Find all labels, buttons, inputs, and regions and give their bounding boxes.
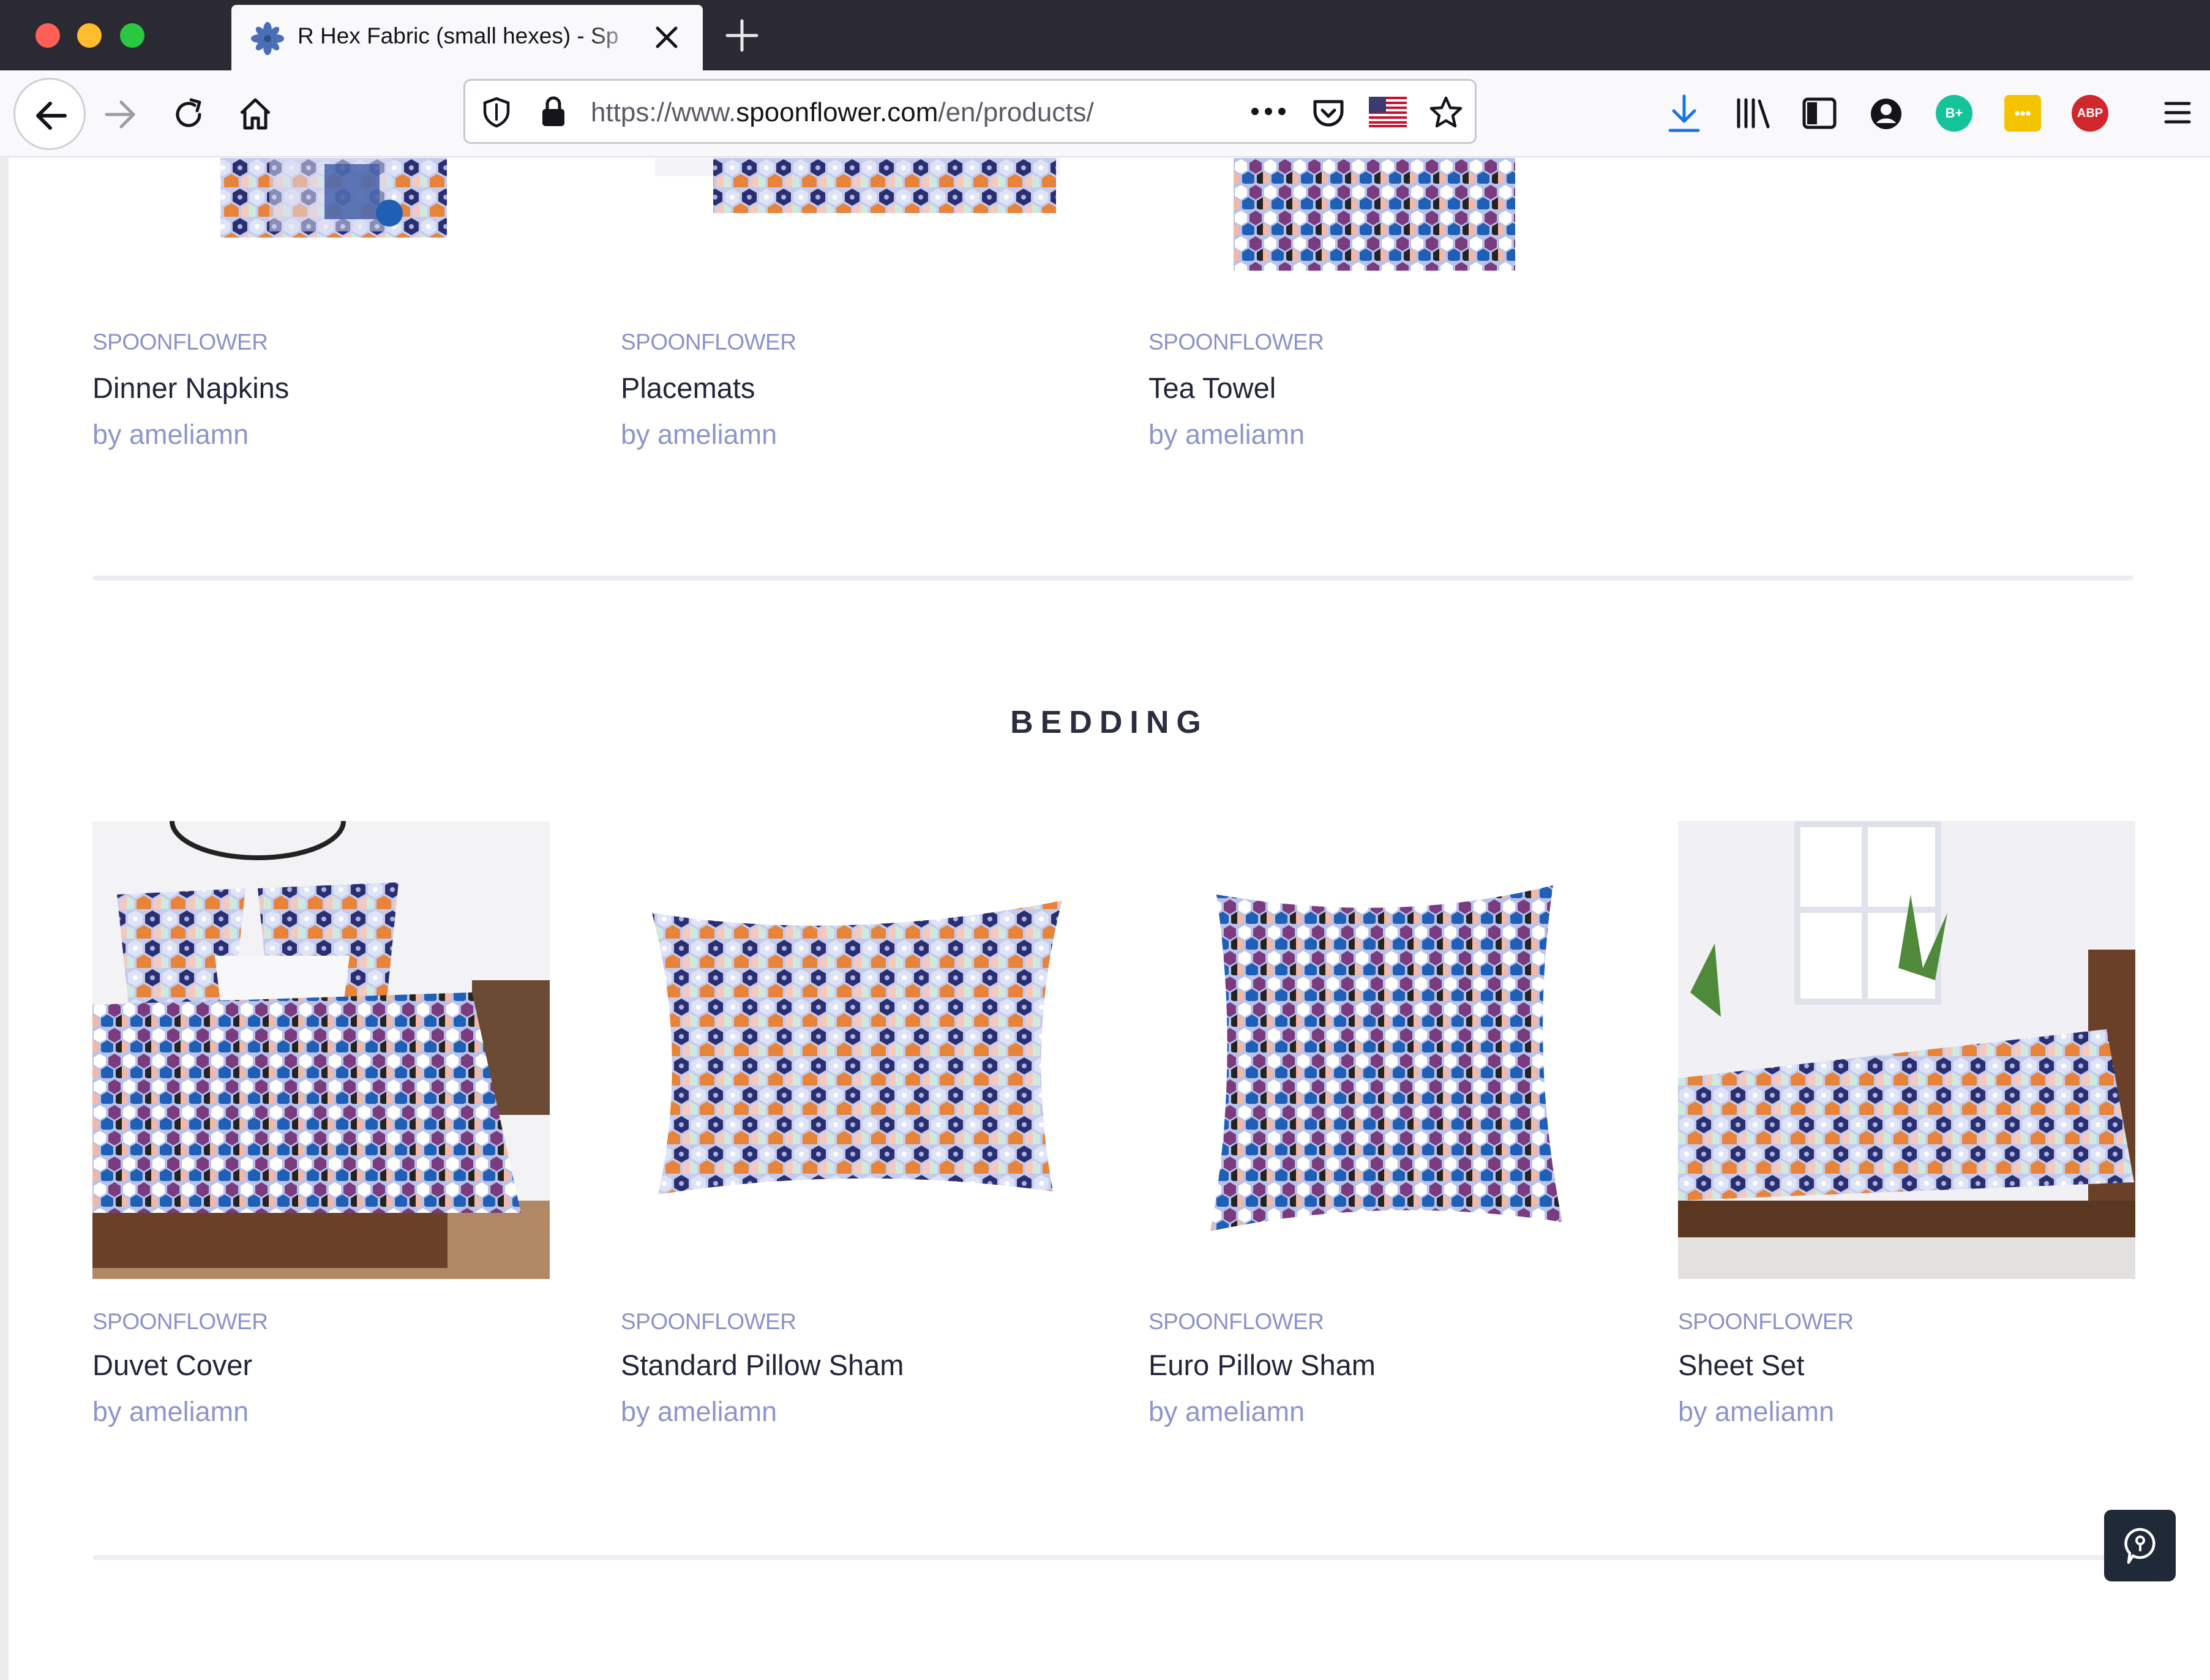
brand-label: SPOONFLOWER [92,329,268,354]
product-image-tea-towel[interactable] [1234,158,1515,271]
designer-link[interactable]: by ameliamn [1678,1396,1834,1428]
window-close-button[interactable] [36,23,60,48]
account-icon[interactable] [1868,96,1904,132]
us-flag-icon[interactable] [1369,97,1407,127]
brand-label: SPOONFLOWER [1148,1309,1324,1334]
window-maximize-button[interactable] [120,23,144,48]
reload-icon[interactable] [170,96,207,133]
spoonflower-favicon-icon [250,21,285,56]
pocket-icon[interactable] [1310,94,1347,131]
grammarly-badge-label: B+ [1945,105,1963,121]
window-minimize-button[interactable] [77,23,102,48]
bookmark-star-icon[interactable] [1428,94,1464,131]
adblock-plus-icon[interactable]: ABP [2072,95,2108,132]
more-extension-icon[interactable]: ••• [2004,95,2041,132]
library-icon[interactable] [1734,96,1772,130]
chat-bubble-icon [2124,1528,2156,1564]
page-content: SPOONFLOWER Dinner Napkins by ameliamn S… [9,158,2210,1680]
brand-label: SPOONFLOWER [92,1309,268,1334]
grammarly-extension-icon[interactable]: B+ [1936,95,1972,132]
tab-title: R Hex Fabric (small hexes) - Sp [298,23,619,48]
designer-link[interactable]: by ameliamn [92,1396,249,1428]
url-text[interactable]: https://www.spoonflower.com/en/products/ [591,97,1203,129]
lock-icon[interactable] [539,94,568,129]
designer-link[interactable]: by ameliamn [621,419,777,451]
product-image-sheet-set[interactable] [1678,821,2135,1279]
abp-badge-label: ABP [2077,106,2103,120]
section-title-bedding: BEDDING [1010,705,1208,740]
brand-label: SPOONFLOWER [621,329,796,354]
brand-label: SPOONFLOWER [1148,329,1324,354]
browser-titlebar: R Hex Fabric (small hexes) - Sp [0,0,2210,70]
product-image-placemats[interactable] [655,158,1060,217]
help-chat-button[interactable] [2104,1510,2176,1581]
designer-link[interactable]: by ameliamn [621,1396,777,1428]
back-button[interactable] [13,78,86,150]
designer-link[interactable]: by ameliamn [1148,1396,1305,1428]
address-bar[interactable]: https://www.spoonflower.com/en/products/ [463,79,1477,144]
product-name-duvet-cover[interactable]: Duvet Cover [92,1348,252,1382]
tracking-shield-icon[interactable] [480,96,513,129]
close-icon[interactable] [653,23,681,51]
new-tab-plus-icon[interactable] [724,17,760,54]
download-icon[interactable] [1666,94,1702,134]
forward-arrow-icon[interactable] [102,96,138,133]
tab-active[interactable]: R Hex Fabric (small hexes) - Sp [231,5,703,70]
window-edge [0,158,9,1680]
brand-label: SPOONFLOWER [1678,1309,1854,1334]
product-image-duvet-cover[interactable] [92,821,550,1279]
product-name-sheet-set[interactable]: Sheet Set [1678,1348,1804,1382]
arrow-left-icon [36,102,67,130]
product-name-euro-pillow-sham[interactable]: Euro Pillow Sham [1148,1348,1376,1382]
section-divider [92,576,2133,580]
section-divider [92,1555,2113,1560]
designer-link[interactable]: by ameliamn [92,419,249,451]
product-image-standard-pillow-sham[interactable] [621,821,1079,1279]
product-name-dinner-napkins[interactable]: Dinner Napkins [92,371,289,405]
product-name-standard-pillow-sham[interactable]: Standard Pillow Sham [621,1348,904,1382]
product-image-euro-pillow-sham[interactable] [1149,821,1606,1279]
home-icon[interactable] [236,95,274,133]
page-actions-more-icon[interactable] [1249,105,1288,118]
brand-label: SPOONFLOWER [621,1309,796,1334]
sidebar-icon[interactable] [1801,96,1838,130]
browser-toolbar: https://www.spoonflower.com/en/products/ [0,70,2210,157]
product-name-tea-towel[interactable]: Tea Towel [1148,371,1276,405]
designer-link[interactable]: by ameliamn [1148,419,1305,451]
product-image-dinner-napkins[interactable] [214,158,459,244]
product-name-placemats[interactable]: Placemats [621,371,755,405]
hamburger-menu-icon[interactable] [2162,97,2193,128]
